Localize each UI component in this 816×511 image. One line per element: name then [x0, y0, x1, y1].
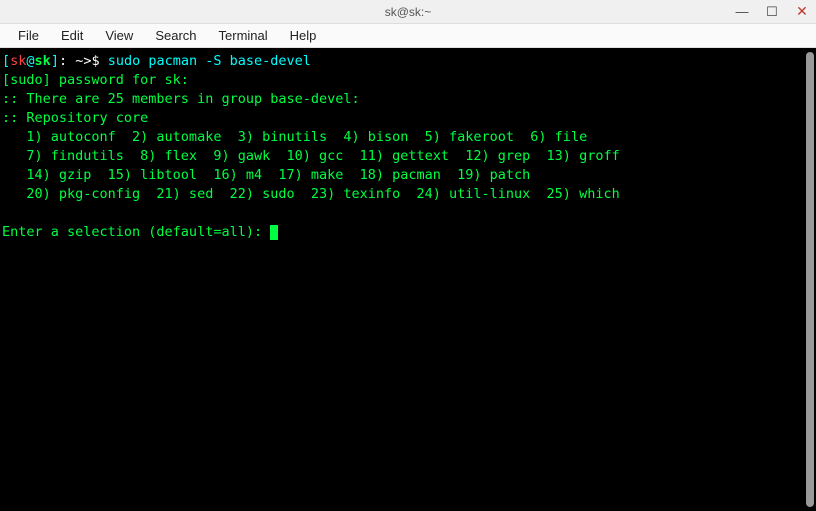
- menu-edit[interactable]: Edit: [51, 26, 93, 45]
- selection-prompt: Enter a selection (default=all):: [2, 224, 270, 240]
- pkg-line-2: 7) findutils 8) flex 9) gawk 10) gcc 11)…: [2, 148, 620, 164]
- scrollbar[interactable]: [804, 48, 816, 511]
- prompt-rbr: ]: [51, 53, 59, 69]
- maximize-button[interactable]: ☐: [764, 4, 780, 20]
- pkg-line-3: 14) gzip 15) libtool 16) m4 17) make 18)…: [2, 167, 530, 183]
- close-button[interactable]: ✕: [794, 3, 810, 20]
- sudo-line: [sudo] password for sk:: [2, 72, 189, 88]
- window-title: sk@sk:~: [385, 5, 432, 19]
- window-controls: — ☐ ✕: [734, 0, 810, 23]
- prompt-at: @: [26, 53, 34, 69]
- menu-search[interactable]: Search: [145, 26, 206, 45]
- menu-terminal[interactable]: Terminal: [209, 26, 278, 45]
- prompt-host: sk: [35, 53, 51, 69]
- scrollbar-thumb[interactable]: [806, 52, 814, 507]
- titlebar: sk@sk:~ — ☐ ✕: [0, 0, 816, 24]
- pkg-line-4: 20) pkg-config 21) sed 22) sudo 23) texi…: [2, 186, 620, 202]
- pkg-line-1: 1) autoconf 2) automake 3) binutils 4) b…: [2, 129, 587, 145]
- terminal[interactable]: [sk@sk]: ~>$ sudo pacman -S base-devel […: [0, 48, 804, 511]
- cursor: [270, 225, 278, 240]
- members-line: :: There are 25 members in group base-de…: [2, 91, 360, 107]
- menu-help[interactable]: Help: [280, 26, 327, 45]
- prompt-lbr: [: [2, 53, 10, 69]
- menu-file[interactable]: File: [8, 26, 49, 45]
- minimize-button[interactable]: —: [734, 4, 750, 19]
- menu-view[interactable]: View: [95, 26, 143, 45]
- repo-line: :: Repository core: [2, 110, 148, 126]
- prompt-user: sk: [10, 53, 26, 69]
- prompt-path: : ~>$: [59, 53, 108, 69]
- terminal-area: [sk@sk]: ~>$ sudo pacman -S base-devel […: [0, 48, 816, 511]
- menubar: File Edit View Search Terminal Help: [0, 24, 816, 48]
- command: sudo pacman -S base-devel: [108, 53, 311, 69]
